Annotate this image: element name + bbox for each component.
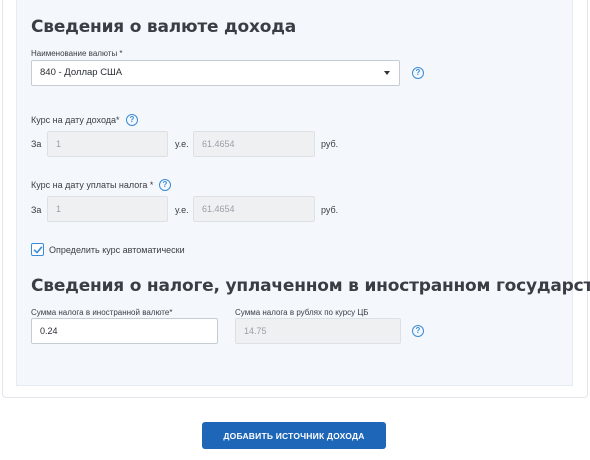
- tax-section-title: Сведения о налоге, уплаченном в иностран…: [31, 276, 590, 296]
- check-icon: [33, 246, 43, 254]
- rate-tax-units-field[interactable]: 1: [47, 196, 168, 222]
- rate-tax-rub-label: руб.: [321, 205, 339, 215]
- auto-rate-label[interactable]: Определить курс автоматически: [49, 245, 185, 255]
- currency-help-icon[interactable]: ?: [412, 67, 424, 79]
- rate-income-units-field[interactable]: 1: [47, 131, 168, 157]
- currency-label: Наименование валюты *: [31, 49, 123, 58]
- rub-tax-field: 14.75: [235, 318, 401, 344]
- currency-select-value: 840 - Доллар США: [40, 67, 123, 78]
- rate-tax-per-label: За: [31, 205, 42, 215]
- auto-rate-checkbox[interactable]: [31, 243, 44, 256]
- rub-tax-help-icon[interactable]: ?: [412, 325, 424, 337]
- currency-select[interactable]: 840 - Доллар США: [31, 60, 400, 86]
- rate-income-per-label: За: [31, 139, 42, 149]
- rub-tax-label: Сумма налога в рублях по курсу ЦБ: [235, 308, 369, 317]
- rate-tax-help-icon[interactable]: ?: [159, 179, 171, 191]
- chevron-down-icon: [384, 71, 390, 75]
- currency-section-title: Сведения о валюте дохода: [31, 17, 297, 37]
- rate-tax-value-field[interactable]: 61.4654: [193, 196, 315, 222]
- foreign-tax-label: Сумма налога в иностранной валюте*: [31, 308, 173, 317]
- rate-tax-unit-label: у.е.: [175, 205, 189, 215]
- rate-income-label: Курс на дату дохода*: [31, 115, 120, 125]
- foreign-tax-input[interactable]: 0.24: [31, 318, 218, 344]
- rate-tax-label: Курс на дату уплаты налога *: [31, 180, 154, 190]
- add-income-source-button[interactable]: ДОБАВИТЬ ИСТОЧНИК ДОХОДА: [202, 422, 386, 449]
- rate-income-value-field[interactable]: 61.4654: [193, 131, 315, 157]
- rate-income-help-icon[interactable]: ?: [126, 114, 138, 126]
- rate-income-unit-label: у.е.: [175, 139, 189, 149]
- rate-income-rub-label: руб.: [321, 139, 339, 149]
